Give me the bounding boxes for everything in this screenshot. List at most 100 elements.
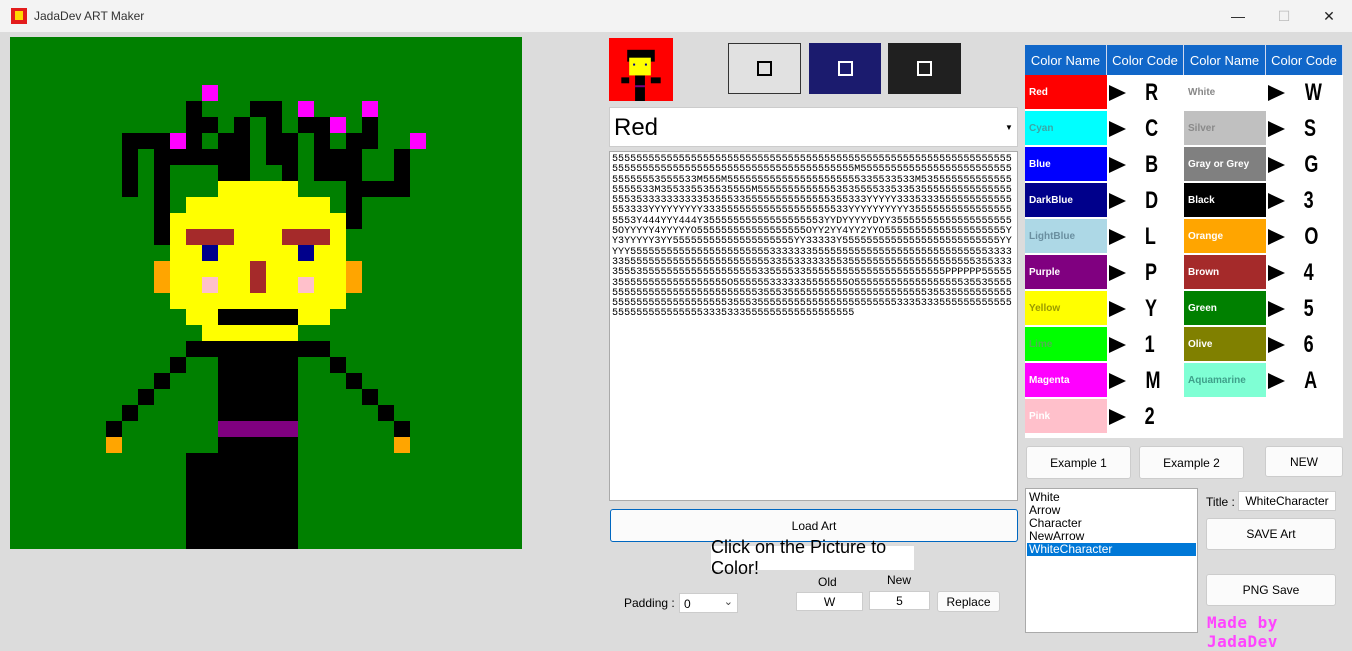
palette-right-color-code: 6 [1266, 327, 1315, 362]
palette-left-color-name: Purple [1025, 255, 1107, 290]
example2-button[interactable]: Example 2 [1139, 446, 1244, 479]
color-code-letter: R [1145, 78, 1159, 106]
maximize-button[interactable]: ☐ [1261, 0, 1307, 32]
color-code-letter: M [1145, 366, 1161, 394]
palette-right-color-code: S [1266, 111, 1318, 146]
color-code-letter: S [1304, 114, 1317, 142]
arrow-right-icon [1268, 156, 1285, 173]
old-label: Old [818, 575, 837, 589]
palette-left-color-name: LightBlue [1025, 219, 1107, 254]
arrow-right-icon [1109, 156, 1126, 173]
title-bar: JadaDev ART Maker — ☐ ✕ [0, 0, 1352, 32]
close-button[interactable]: ✕ [1306, 0, 1352, 32]
palette-right-color-name: Orange [1184, 219, 1266, 254]
palette-left-color-code: B [1107, 147, 1160, 182]
arrow-right-icon [1109, 84, 1126, 101]
arrow-right-icon [1268, 120, 1285, 137]
color-code-letter: Y [1145, 294, 1158, 322]
arrow-right-icon [1109, 372, 1126, 389]
palette-right-color-name: Aquamarine [1184, 363, 1266, 398]
padding-dropdown[interactable]: 0 ⌄ [679, 593, 738, 613]
palette-left-color-code: M [1107, 363, 1163, 398]
art-thumbnail [609, 38, 673, 101]
color-code-letter: P [1145, 258, 1158, 286]
color-code-letter: W [1304, 78, 1322, 106]
palette-right-color-name: Black [1184, 183, 1266, 218]
padding-value: 0 [684, 597, 691, 611]
arrow-right-icon [1109, 192, 1126, 209]
window-title: JadaDev ART Maker [34, 9, 145, 23]
palette-left-color-name: Pink [1025, 399, 1107, 434]
palette-right-color-code: G [1266, 147, 1321, 182]
arrow-right-icon [1268, 228, 1285, 245]
arrow-right-icon [1268, 264, 1285, 281]
palette-right-color-name: Silver [1184, 111, 1266, 146]
palette-right-color-name: White [1184, 75, 1266, 110]
palette-left-color-name: DarkBlue [1025, 183, 1107, 218]
square-icon [837, 61, 853, 76]
dropdown-arrow-icon[interactable]: ▼ [1001, 108, 1017, 146]
new-code-input[interactable]: 5 [869, 591, 930, 610]
navy-theme-button[interactable] [809, 43, 881, 94]
credit-label: Made by JadaDev [1207, 613, 1278, 651]
palette-left-color-name: Red [1025, 75, 1107, 110]
palette-right-color-name: Olive [1184, 327, 1266, 362]
arrow-right-icon [1109, 264, 1126, 281]
arrow-right-icon [1268, 336, 1285, 353]
title-input[interactable]: WhiteCharacter [1238, 491, 1336, 511]
arrow-right-icon [1109, 228, 1126, 245]
color-code-letter: L [1144, 222, 1156, 250]
palette-right-color-code: 5 [1266, 291, 1315, 326]
palette-right-color-code: A [1266, 363, 1319, 398]
color-code-letter: 4 [1303, 258, 1314, 286]
palette-left-color-name: Lime [1025, 327, 1107, 362]
art-code-textarea[interactable]: 5555555555555555555555555555555555555555… [609, 151, 1018, 501]
palette-left-color-name: Yellow [1025, 291, 1107, 326]
palette-right-color-name: Gray or Grey [1184, 147, 1266, 182]
palette-right-color-name: Brown [1184, 255, 1266, 290]
png-save-button[interactable]: PNG Save [1206, 574, 1336, 606]
dark-theme-button[interactable] [888, 43, 961, 94]
palette-left-color-name: Blue [1025, 147, 1107, 182]
light-theme-button[interactable] [728, 43, 801, 94]
palette-right-color-code: W [1266, 75, 1325, 110]
color-code-letter: D [1145, 186, 1159, 214]
replace-button[interactable]: Replace [937, 591, 1000, 612]
save-art-button[interactable]: SAVE Art [1206, 518, 1336, 550]
arrow-right-icon [1109, 336, 1126, 353]
arrow-right-icon [1109, 120, 1126, 137]
palette-right-color-code: 3 [1266, 183, 1315, 218]
color-palette-table: Color Name Color Code Color Name Color C… [1025, 45, 1343, 438]
header-color-code: Color Code [1107, 45, 1184, 75]
palette-left-color-code: R [1107, 75, 1160, 110]
title-label: Title : [1206, 495, 1235, 509]
color-code-letter: A [1304, 366, 1318, 394]
saved-art-list[interactable]: White Arrow Character NewArrow WhiteCharacte… [1025, 488, 1198, 633]
header-color-name-2: Color Name [1184, 45, 1266, 75]
art-canvas[interactable] [10, 37, 522, 549]
old-code-input[interactable]: W [796, 592, 863, 611]
palette-left-color-code: P [1107, 255, 1159, 290]
palette-right-color-code: O [1266, 219, 1321, 254]
palette-left-color-name: Cyan [1025, 111, 1107, 146]
arrow-right-icon [1268, 300, 1285, 317]
palette-left-color-code: C [1107, 111, 1160, 146]
arrow-right-icon [1268, 84, 1285, 101]
color-code-letter: 5 [1303, 294, 1314, 322]
arrow-right-icon [1268, 192, 1285, 209]
color-dropdown[interactable]: Red ▼ [609, 107, 1018, 147]
minimize-button[interactable]: — [1215, 0, 1261, 32]
color-code-letter: 3 [1303, 186, 1314, 214]
palette-left-color-code: D [1107, 183, 1160, 218]
example1-button[interactable]: Example 1 [1026, 446, 1131, 479]
new-button[interactable]: NEW [1265, 446, 1343, 477]
new-label: New [887, 573, 912, 587]
list-item[interactable]: WhiteCharacter [1027, 543, 1196, 556]
palette-left-color-code: Y [1107, 291, 1159, 326]
color-code-letter: 2 [1144, 402, 1155, 430]
hint-label: Click on the Picture to Color! [711, 537, 914, 578]
padding-label: Padding : [624, 596, 675, 610]
color-dropdown-value: Red [614, 114, 659, 141]
color-code-letter: G [1304, 150, 1319, 178]
arrow-right-icon [1268, 372, 1285, 389]
